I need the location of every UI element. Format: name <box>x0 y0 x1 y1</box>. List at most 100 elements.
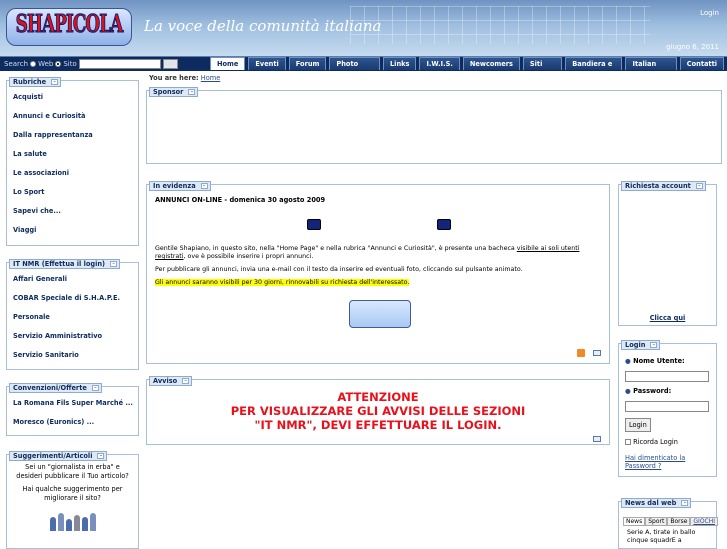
forgot-password-link[interactable]: Hai dimenticato la Password ? <box>625 454 713 470</box>
header-date: giugno 6, 2011 <box>666 43 719 51</box>
menu-item-associazioni[interactable]: Le associazioni <box>7 164 138 183</box>
offer-la-romana[interactable]: La Romana Fils Super Marché ... <box>7 394 138 413</box>
menu-item-servizio-sanitario[interactable]: Servizio Sanitario <box>7 346 138 365</box>
search-label: Search <box>4 60 29 68</box>
suggerimenti-text2: Hai qualche suggerimento per migliorare … <box>22 485 123 502</box>
people-illustration <box>23 509 123 531</box>
tab-photo-gallery[interactable]: Photo gallery <box>329 57 380 80</box>
minimize-icon[interactable]: – <box>110 261 118 267</box>
tab-bandiera-e-inno[interactable]: Bandiera e Inno <box>565 57 623 80</box>
main-nav-tabs: Home Eventi Forum Photo gallery Links I.… <box>210 57 727 80</box>
rubriche-title: Rubriche – <box>9 77 62 87</box>
evidenza-paragraph-2: Per pubblicare gli annunci, invia una e-… <box>155 266 523 273</box>
header-decoration <box>350 6 650 44</box>
tab-links[interactable]: Links <box>382 57 417 70</box>
evidenza-title: In evidenza – <box>149 181 211 191</box>
offer-moresco[interactable]: Moresco (Euronics) ... <box>7 413 138 432</box>
minimize-icon[interactable]: – <box>200 183 208 189</box>
password-label: ● Password: <box>625 387 672 395</box>
evidenza-box: In evidenza – ANNUNCI ON-LINE - domenica … <box>146 181 610 364</box>
minimize-icon[interactable]: – <box>695 183 703 189</box>
tab-siti-amici[interactable]: Siti amici <box>522 57 563 80</box>
menu-item-affari-generali[interactable]: Affari Generali <box>7 270 138 289</box>
news-box: News dal web – News Sport Borse GIOCHI Se… <box>618 498 719 549</box>
menu-item-sport[interactable]: Lo Sport <box>7 183 138 202</box>
news-tab-sport[interactable]: Sport <box>645 517 668 526</box>
avviso-title: Avviso – <box>149 376 193 386</box>
tab-iwis[interactable]: I.W.I.S. <box>419 57 460 70</box>
menu-item-acquisti[interactable]: Acquisti <box>7 88 138 107</box>
menu-item-sapevi-che[interactable]: Sapevi che... <box>7 202 138 221</box>
username-field[interactable] <box>625 371 709 382</box>
tab-eventi[interactable]: Eventi <box>248 57 286 70</box>
username-label: ● Nome Utente: <box>625 357 685 365</box>
computer-icon <box>437 219 451 230</box>
search-input[interactable] <box>78 59 161 69</box>
menu-item-servizio-amministrativo[interactable]: Servizio Amministrativo <box>7 327 138 346</box>
evidenza-heading: ANNUNCI ON-LINE - domenica 30 agosto 200… <box>155 196 326 204</box>
tab-home[interactable]: Home <box>210 57 246 70</box>
minimize-icon[interactable]: – <box>51 79 59 85</box>
tab-newcomers[interactable]: Newcomers <box>462 57 520 70</box>
email-icon[interactable] <box>593 436 601 442</box>
header-login-link[interactable]: Login <box>700 9 719 17</box>
sponsor-box: Sponsor – <box>146 87 722 164</box>
tab-italian-school[interactable]: Italian School <box>625 57 677 80</box>
richiesta-account-box: Richiesta account – Clicca qui <box>618 181 717 326</box>
password-field[interactable] <box>625 401 709 412</box>
menu-item-rappresentanza[interactable]: Dalla rappresentanza <box>7 126 138 145</box>
itnmr-box: IT NMR (Effettua il login) – Affari Gener… <box>6 259 139 370</box>
login-title: Login – <box>621 340 661 350</box>
radio-web[interactable] <box>30 61 37 67</box>
news-title: News dal web – <box>621 498 692 508</box>
site-logo[interactable]: SHAPICOLA <box>6 8 132 46</box>
remember-login[interactable]: Ricorda Login <box>625 438 678 446</box>
news-tabs: News Sport Borse GIOCHI <box>623 517 719 526</box>
menu-item-annunci[interactable]: Annunci e Curiosità <box>7 107 138 126</box>
breadcrumb-home-link[interactable]: Home <box>201 74 220 82</box>
minimize-icon[interactable]: – <box>681 500 689 506</box>
minimize-icon[interactable]: – <box>188 89 196 95</box>
login-button[interactable]: Login <box>625 418 651 432</box>
suggerimenti-box: Suggerimenti/Articoli – Sei un "giornalis… <box>6 451 139 549</box>
radio-web-label: Web <box>38 60 54 68</box>
richiesta-account-link[interactable]: Clicca qui <box>619 314 716 322</box>
richiesta-title: Richiesta account – <box>621 181 706 191</box>
computer-icon <box>307 219 321 230</box>
avviso-box: Avviso – ATTENZIONE PER VISUALIZZARE GLI A… <box>146 376 610 445</box>
evidenza-paragraph-1: Gentile Shapiano, in questo sito, nella … <box>155 245 580 260</box>
email-icon[interactable] <box>593 350 601 356</box>
evidenza-paragraph-3: Gli annunci saranno visibili per 30 gior… <box>155 279 410 286</box>
suggerimenti-title: Suggerimenti/Articoli – <box>9 451 108 461</box>
tab-forum[interactable]: Forum <box>288 57 327 70</box>
tab-contatti[interactable]: Contatti <box>679 57 724 70</box>
news-headline[interactable]: Serie A, tirate in ballo cinque squadrE … <box>627 529 707 545</box>
news-tab-news[interactable]: News <box>623 517 646 526</box>
minimize-icon[interactable]: – <box>650 342 658 348</box>
news-tab-giochi[interactable]: GIOCHI <box>690 517 719 526</box>
radio-site-label: Sito <box>63 60 77 68</box>
search-go-button[interactable]: Go! <box>162 59 178 69</box>
news-tab-borse[interactable]: Borse <box>667 517 691 526</box>
convenzioni-box: Convenzioni/Offerte – La Romana Fils Supe… <box>6 383 139 436</box>
menu-item-salute[interactable]: La salute <box>7 145 138 164</box>
menu-item-viaggi[interactable]: Viaggi <box>7 221 138 240</box>
sponsor-title: Sponsor – <box>149 87 199 97</box>
menu-item-personale[interactable]: Personale <box>7 308 138 327</box>
itnmr-title: IT NMR (Effettua il login) – <box>9 259 121 269</box>
radio-site[interactable] <box>55 61 62 67</box>
minimize-icon[interactable]: – <box>91 385 99 391</box>
suggerimenti-text1: Sei un "giornalista in erba" e desideri … <box>16 463 129 480</box>
site-header: SHAPICOLA La voce della comunità italian… <box>0 0 727 57</box>
animated-email-button[interactable] <box>349 300 411 328</box>
minimize-icon[interactable]: – <box>182 378 190 384</box>
avviso-message: ATTENZIONE PER VISUALIZZARE GLI AVVISI DE… <box>230 390 526 432</box>
login-box: Login – ● Nome Utente: ● Password: Login … <box>618 340 717 477</box>
site-tagline: La voce della comunità italiana <box>144 17 382 35</box>
convenzioni-title: Convenzioni/Offerte – <box>9 383 102 393</box>
rubriche-box: Rubriche – Acquisti Annunci e Curiosità D… <box>6 77 139 246</box>
minimize-icon[interactable]: – <box>97 453 105 459</box>
rss-icon[interactable] <box>577 349 585 357</box>
breadcrumb: You are here: Home <box>149 74 221 82</box>
menu-item-cobar[interactable]: COBAR Speciale di S.H.A.P.E. <box>7 289 138 308</box>
